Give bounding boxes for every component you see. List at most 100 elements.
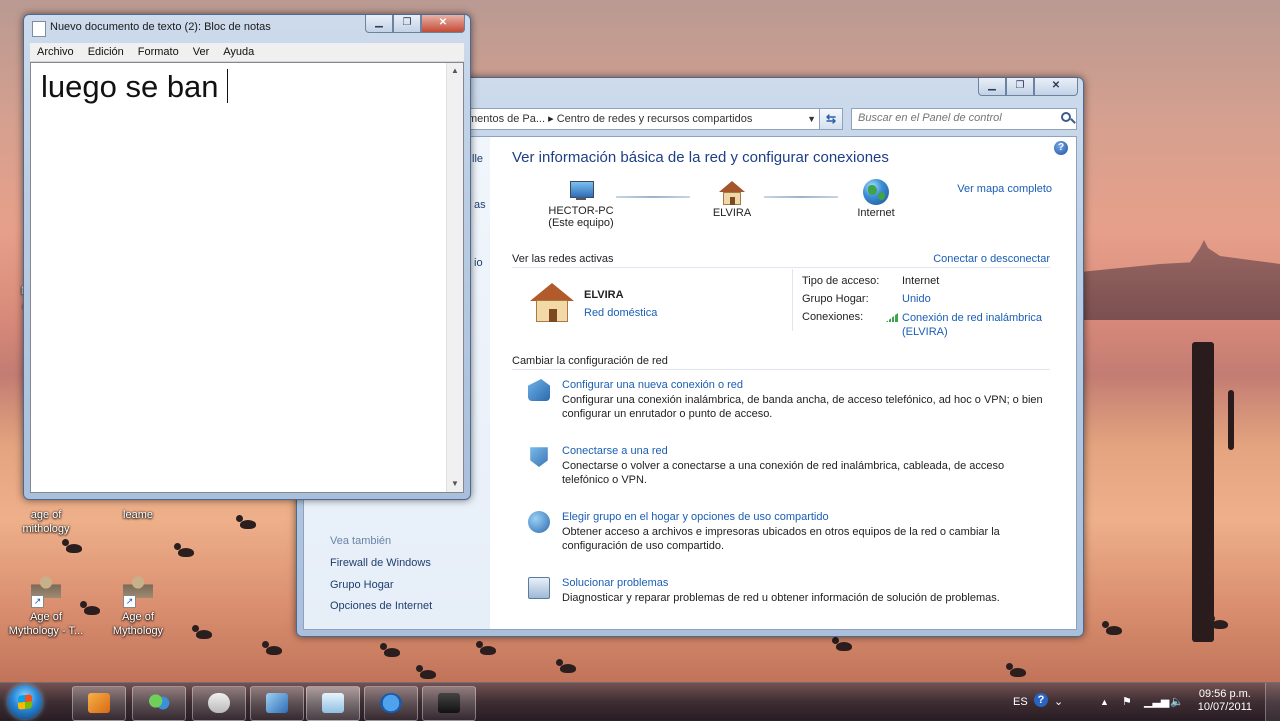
taskbar-games[interactable]: [192, 686, 246, 721]
wireless-connection-link[interactable]: Conexión de red inalámbrica (ELVIRA): [902, 311, 1052, 339]
chevron-down-icon[interactable]: ▼: [807, 109, 816, 129]
network-signal-icon[interactable]: ▁▃▅: [1144, 683, 1169, 721]
minimize-button[interactable]: ▁: [365, 15, 393, 33]
taskbar: ES ? ⌄ ▲ ⚑ ▁▃▅ 🔈 09:56 p.m. 10/07/2011: [0, 682, 1280, 721]
computer-icon: [568, 181, 594, 201]
editor-content: luego se ban: [41, 69, 219, 104]
duck: [62, 539, 82, 553]
search-input[interactable]: [852, 109, 1054, 127]
desktop-icon-age-of-mithology[interactable]: age of mithology: [6, 508, 86, 536]
map-node-name: ELVIRA: [712, 207, 752, 219]
notepad-icon: [322, 693, 344, 713]
taskbar-downloader[interactable]: [364, 686, 418, 721]
homegroup-link[interactable]: Grupo Hogar: [330, 579, 394, 591]
scroll-down-arrow-icon[interactable]: ▼: [447, 476, 463, 492]
desktop-icon-leame[interactable]: leame: [98, 508, 178, 522]
menu-edicion[interactable]: Edición: [81, 43, 131, 61]
shortcut-arrow-icon: ↗: [123, 595, 136, 608]
vertical-divider: [792, 269, 793, 331]
section-label: Ver las redes activas: [512, 253, 614, 265]
menu-archivo[interactable]: Archivo: [30, 43, 81, 61]
globe-icon: [863, 179, 889, 205]
duck: [416, 665, 436, 679]
volume-icon[interactable]: 🔈: [1170, 683, 1184, 721]
editor-text-line[interactable]: luego se ban: [41, 69, 228, 105]
language-indicator[interactable]: ES: [1013, 683, 1028, 721]
search-icon[interactable]: [1061, 112, 1071, 122]
refresh-button[interactable]: ⇆: [819, 108, 843, 130]
close-button[interactable]: ✕: [1034, 78, 1078, 96]
messenger-icon: [148, 693, 170, 713]
duck: [556, 659, 576, 673]
desktop-icon-label: age of mithology: [22, 509, 70, 535]
network-setup-icon: [528, 379, 550, 401]
task-description: Configurar una conexión inalámbrica, de …: [562, 394, 1043, 420]
left-pane-partial-label[interactable]: io: [474, 257, 483, 269]
control-panel-icon: [266, 693, 288, 713]
breadcrumb-current[interactable]: Centro de redes y recursos compartidos: [557, 113, 753, 125]
clock[interactable]: 09:56 p.m. 10/07/2011: [1198, 688, 1252, 714]
window-title: Nuevo documento de texto (2): Bloc de no…: [50, 21, 271, 33]
media-player-icon: [88, 693, 110, 713]
caption-buttons: ▁ ❐ ✕: [978, 78, 1078, 96]
search-box[interactable]: [851, 108, 1077, 130]
maximize-button[interactable]: ❐: [1006, 78, 1034, 96]
help-icon[interactable]: ?: [1054, 141, 1068, 155]
firewall-link[interactable]: Firewall de Windows: [330, 557, 431, 569]
duck: [1208, 615, 1228, 629]
close-button[interactable]: ✕: [421, 15, 465, 33]
task-title-link[interactable]: Configurar una nueva conexión o red: [562, 379, 743, 391]
clock-date: 10/07/2011: [1197, 701, 1252, 713]
taskbar-media-player[interactable]: [72, 686, 126, 721]
menu-ayuda[interactable]: Ayuda: [216, 43, 261, 61]
age-of-mythology-icon: ↗: [31, 574, 61, 608]
breadcrumb-parent[interactable]: mentos de Pa...: [468, 113, 545, 125]
duck: [262, 641, 282, 655]
task-title-link[interactable]: Conectarse a una red: [562, 445, 668, 457]
maximize-button[interactable]: ❐: [393, 15, 421, 33]
left-pane-partial-label[interactable]: as: [474, 199, 486, 211]
house-icon: [719, 181, 745, 205]
connections-label: Conexiones:: [802, 311, 864, 323]
text-caret: [226, 69, 228, 103]
desktop-icon-age-of-mythology[interactable]: ↗ Age of Mythology: [98, 574, 178, 638]
internet-options-link[interactable]: Opciones de Internet: [330, 600, 432, 612]
text-editor[interactable]: luego se ban ▲ ▼: [30, 62, 464, 493]
notepad-window: Nuevo documento de texto (2): Bloc de no…: [23, 14, 471, 500]
taskbar-recorder[interactable]: [422, 686, 476, 721]
full-map-link[interactable]: Ver mapa completo: [957, 183, 1052, 195]
taskbar-control-panel[interactable]: [250, 686, 304, 721]
duck: [832, 637, 852, 651]
camcorder-icon: [438, 693, 460, 713]
homegroup-value-link[interactable]: Unido: [902, 293, 931, 305]
duck: [1102, 621, 1122, 635]
network-type-link[interactable]: Red doméstica: [584, 307, 657, 319]
connect-network-icon: [530, 447, 548, 467]
show-hidden-icons-icon[interactable]: ▲: [1100, 683, 1109, 721]
task-title-link[interactable]: Elegir grupo en el hogar y opciones de u…: [562, 511, 829, 523]
active-networks-section: Ver las redes activas Conectar o descone…: [512, 253, 1050, 268]
menu-ver[interactable]: Ver: [186, 43, 217, 61]
connect-disconnect-link[interactable]: Conectar o desconectar: [933, 253, 1050, 265]
map-connector: [616, 196, 690, 198]
desktop-icon-age-of-mythology-titans[interactable]: ↗ Age of Mythology - T...: [6, 574, 86, 638]
menu-formato[interactable]: Formato: [131, 43, 186, 61]
see-also-heading: Vea también: [330, 535, 392, 547]
action-center-icon[interactable]: ⚑: [1122, 683, 1132, 721]
address-bar[interactable]: mentos de Pa... ▸ Centro de redes y recu…: [467, 108, 821, 130]
caption-buttons: ▁ ❐ ✕: [365, 15, 465, 33]
page-title: Ver información básica de la red y confi…: [512, 149, 889, 166]
task-title-link[interactable]: Solucionar problemas: [562, 577, 668, 589]
scroll-up-arrow-icon[interactable]: ▲: [447, 63, 463, 79]
left-pane-partial-label[interactable]: lle: [472, 153, 483, 165]
help-tray-icon[interactable]: ?: [1034, 693, 1048, 707]
start-button[interactable]: [8, 685, 42, 719]
tray-options-icon[interactable]: ⌄: [1054, 683, 1063, 721]
taskbar-messenger[interactable]: [132, 686, 186, 721]
vertical-scrollbar[interactable]: ▲ ▼: [446, 63, 463, 492]
access-type-label: Tipo de acceso:: [802, 275, 880, 287]
taskbar-notepad[interactable]: [306, 686, 360, 721]
show-desktop-button[interactable]: [1265, 683, 1280, 721]
gamepad-icon: [208, 693, 230, 713]
minimize-button[interactable]: ▁: [978, 78, 1006, 96]
